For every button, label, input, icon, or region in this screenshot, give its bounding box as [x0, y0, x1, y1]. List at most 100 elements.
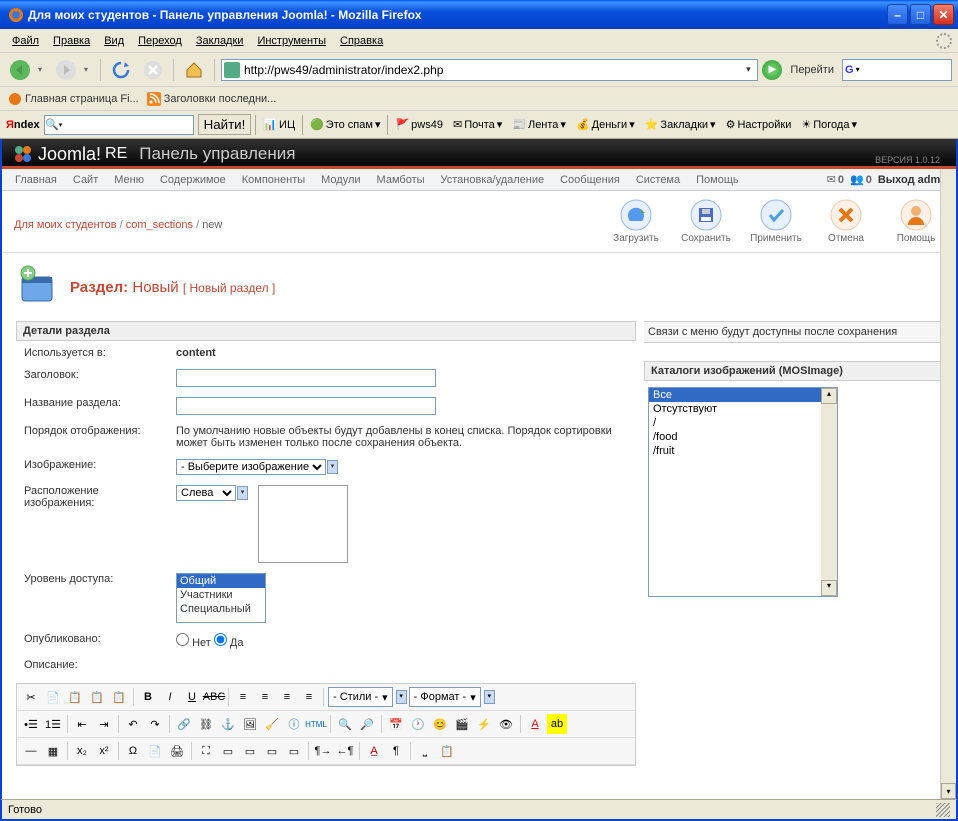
ed-fwd-icon[interactable]: ▭	[262, 741, 282, 761]
ed-ol-icon[interactable]: 1☰	[43, 714, 63, 734]
ed-link-icon[interactable]: 🔗	[174, 714, 194, 734]
ed-html-icon[interactable]: HTML	[306, 714, 326, 734]
ed-clean-icon[interactable]: 🧹	[262, 714, 282, 734]
imgpos-helper-button[interactable]: ▾	[237, 486, 248, 500]
ed-strike-icon[interactable]: ABC	[204, 687, 224, 707]
maximize-button[interactable]: □	[910, 4, 931, 25]
scrollbar[interactable]: ▴ ▾	[940, 139, 956, 799]
jmenu-home[interactable]: Главная	[8, 171, 64, 189]
ed-media-icon[interactable]: 🎬	[452, 714, 472, 734]
ed-outdent-icon[interactable]: ⇤	[72, 714, 92, 734]
menu-help[interactable]: Справка	[334, 33, 389, 49]
ed-cut-icon[interactable]: ✂	[21, 687, 41, 707]
yandex-item-money[interactable]: 💰 Деньги ▾	[573, 118, 638, 131]
listbox-folders[interactable]: Все Отсутствуют / /food /fruit ▴▾	[648, 387, 838, 597]
jmenu-help[interactable]: Помощь	[689, 171, 746, 189]
tool-save[interactable]: Сохранить	[678, 199, 734, 244]
jmenu-components[interactable]: Компоненты	[235, 171, 312, 189]
address-bar[interactable]: ▾	[221, 59, 758, 81]
ed-nbsp-icon[interactable]: ⎵	[415, 741, 435, 761]
yandex-logo[interactable]: Яndex	[6, 119, 40, 131]
ed-tpl-icon[interactable]: 📋	[437, 741, 457, 761]
ed-backcolor-icon[interactable]: ab	[547, 714, 567, 734]
radio-yes[interactable]: Да	[214, 637, 244, 649]
mail-badge[interactable]: ✉ 0	[827, 173, 844, 186]
scroll-down-button[interactable]: ▾	[941, 783, 956, 799]
ed-attr-icon[interactable]: A̲	[364, 741, 384, 761]
ed-image-icon[interactable]: 🖼	[240, 714, 260, 734]
resize-grip[interactable]	[936, 803, 950, 817]
ed-redo-icon[interactable]: ↷	[145, 714, 165, 734]
tool-help[interactable]: Помощь	[888, 199, 944, 244]
ed-page-icon[interactable]: 📄	[145, 741, 165, 761]
ed-smiley-icon[interactable]: 😊	[430, 714, 450, 734]
jmenu-system[interactable]: Система	[629, 171, 687, 189]
url-input[interactable]	[244, 63, 741, 77]
yandex-item-site[interactable]: 🚩 pws49	[392, 118, 446, 131]
ed-table-icon[interactable]: ▦	[43, 741, 63, 761]
ed-align-justify-icon[interactable]: ≡	[299, 687, 319, 707]
menu-file[interactable]: Файл	[6, 33, 45, 49]
ed-ltr-icon[interactable]: ¶→	[313, 741, 333, 761]
ed-hr-icon[interactable]: —	[21, 741, 41, 761]
breadcrumb-link[interactable]: Для моих студентов	[14, 219, 117, 231]
ed-fullscreen-icon[interactable]: ⛶	[196, 741, 216, 761]
ed-forecolor-icon[interactable]: A	[525, 714, 545, 734]
home-button[interactable]	[180, 56, 208, 84]
ed-rtl-icon[interactable]: ←¶	[335, 741, 355, 761]
ed-find-icon[interactable]: 🔍	[335, 714, 355, 734]
yandex-item-spam[interactable]: 🟢 Это спам ▾	[307, 118, 383, 131]
menu-tools[interactable]: Инструменты	[251, 33, 332, 49]
menu-edit[interactable]: Правка	[47, 33, 96, 49]
select-imgpos[interactable]: Слева	[176, 485, 236, 501]
ed-copy-icon[interactable]: 📄	[43, 687, 63, 707]
reload-button[interactable]	[107, 56, 135, 84]
image-helper-button[interactable]: ▾	[327, 460, 338, 474]
jmenu-content[interactable]: Содержимое	[153, 171, 233, 189]
back-dropdown[interactable]: ▾	[38, 65, 48, 74]
jmenu-messages[interactable]: Сообщения	[553, 171, 627, 189]
ed-abs-icon[interactable]: ▭	[240, 741, 260, 761]
ed-vis-icon[interactable]: ¶	[386, 741, 406, 761]
jmenu-menu[interactable]: Меню	[107, 171, 151, 189]
ed-underline-icon[interactable]: U	[182, 687, 202, 707]
search-engine-icon[interactable]: G	[845, 64, 854, 76]
ed-flash-icon[interactable]: ⚡	[474, 714, 494, 734]
ed-paste3-icon[interactable]: 📋	[109, 687, 129, 707]
menu-view[interactable]: Вид	[98, 33, 130, 49]
ed-back-icon[interactable]: ▭	[284, 741, 304, 761]
input-name[interactable]	[176, 397, 436, 415]
ed-italic-icon[interactable]: I	[160, 687, 180, 707]
tool-upload[interactable]: Загрузить	[608, 199, 664, 244]
ed-indent-icon[interactable]: ⇥	[94, 714, 114, 734]
breadcrumb-link[interactable]: com_sections	[126, 219, 193, 231]
ed-unlink-icon[interactable]: ⛓	[196, 714, 216, 734]
tool-apply[interactable]: Применить	[748, 199, 804, 244]
close-button[interactable]: ✕	[933, 4, 954, 25]
radio-no[interactable]: Нет	[176, 637, 211, 649]
ed-time-icon[interactable]: 🕐	[408, 714, 428, 734]
ed-layer-icon[interactable]: ▭	[218, 741, 238, 761]
ed-format-select[interactable]: - Формат - ▾	[409, 687, 481, 707]
ed-char-icon[interactable]: Ω	[123, 741, 143, 761]
yandex-search[interactable]: 🔍▾	[44, 115, 194, 135]
ed-undo-icon[interactable]: ↶	[123, 714, 143, 734]
yandex-search-icon[interactable]: 🔍▾	[45, 116, 63, 134]
ed-align-center-icon[interactable]: ≡	[255, 687, 275, 707]
bookmark-item[interactable]: Заголовки последни...	[147, 92, 277, 106]
ed-bold-icon[interactable]: B	[138, 687, 158, 707]
ed-sub-icon[interactable]: x₂	[72, 741, 92, 761]
jmenu-install[interactable]: Установка/удаление	[434, 171, 552, 189]
yandex-item-lenta[interactable]: 📰 Лента ▾	[509, 118, 569, 131]
ed-paste2-icon[interactable]: 📋	[87, 687, 107, 707]
yandex-item-settings[interactable]: ⚙ Настройки	[723, 118, 795, 131]
ed-sup-icon[interactable]: x²	[94, 741, 114, 761]
menu-go[interactable]: Переход	[132, 33, 188, 49]
jmenu-mambots[interactable]: Мамботы	[370, 171, 432, 189]
forward-dropdown[interactable]: ▾	[84, 65, 94, 74]
jmenu-site[interactable]: Сайт	[66, 171, 105, 189]
ed-styles-select[interactable]: - Стили - ▾	[328, 687, 393, 707]
ed-preview-icon[interactable]: 👁	[496, 714, 516, 734]
ed-anchor-icon[interactable]: ⚓	[218, 714, 238, 734]
tool-cancel[interactable]: Отмена	[818, 199, 874, 244]
